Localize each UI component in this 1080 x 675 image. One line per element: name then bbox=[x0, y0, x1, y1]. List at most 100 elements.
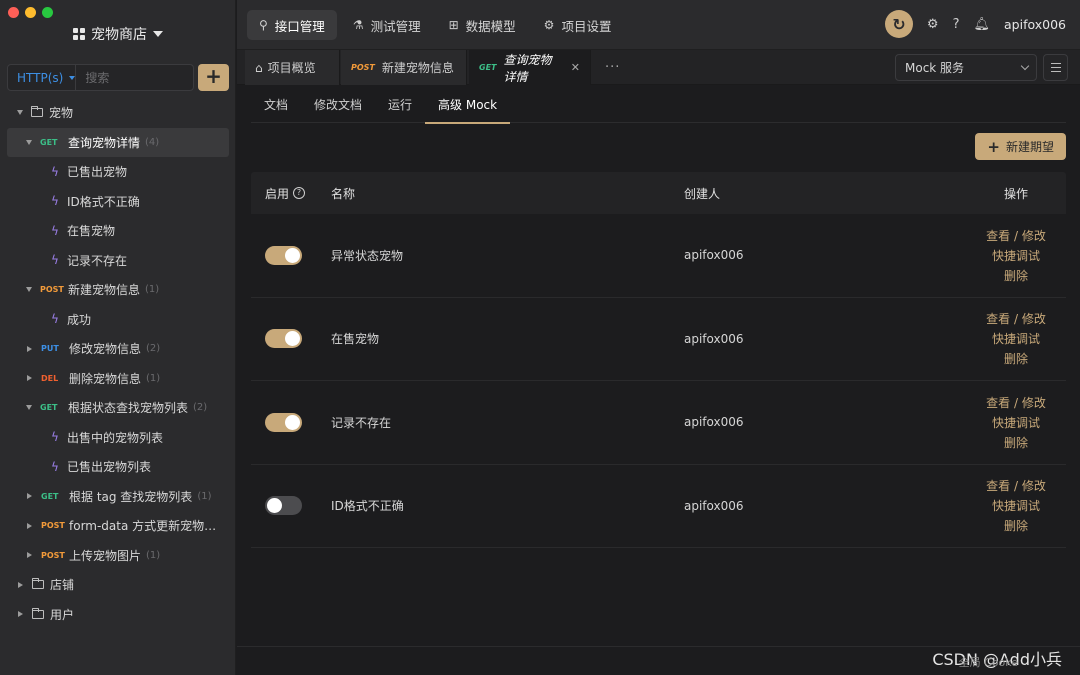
view-link[interactable]: 查看 bbox=[986, 312, 1010, 326]
delete-link[interactable]: 删除 bbox=[1004, 267, 1028, 284]
chevron-right-icon bbox=[27, 493, 32, 500]
chevron-right-icon bbox=[27, 552, 32, 559]
user-name[interactable]: apifox006 bbox=[1004, 17, 1066, 32]
table-row: ID格式不正确 apifox006 查看 / 修改 快捷调试 删除 bbox=[251, 465, 1066, 548]
list-menu-button[interactable] bbox=[1043, 54, 1068, 81]
folder-pets[interactable]: 宠物 bbox=[7, 98, 229, 128]
subtab-run[interactable]: 运行 bbox=[375, 86, 425, 123]
enable-toggle[interactable] bbox=[265, 245, 302, 265]
view-link[interactable]: 查看 bbox=[986, 479, 1010, 493]
tree-item-get-by-tag[interactable]: GET 根据 tag 查找宠物列表 (1) bbox=[7, 482, 229, 512]
watermark: 全局 Cooke CSDN @Add小兵 bbox=[932, 646, 1062, 670]
row-creator: apifox006 bbox=[684, 331, 744, 346]
delete-link[interactable]: 删除 bbox=[1004, 350, 1028, 367]
edit-link[interactable]: 修改 bbox=[1022, 229, 1046, 243]
grid-icon bbox=[73, 28, 85, 40]
lightning-icon: ϟ bbox=[51, 459, 59, 474]
tab-new-pet[interactable]: POST 新建宠物信息 bbox=[341, 50, 467, 85]
tree-item-put-pet[interactable]: PUT 修改宠物信息 (2) bbox=[7, 334, 229, 364]
nav-test-management[interactable]: ⚗ 测试管理 bbox=[341, 10, 433, 40]
chevron-down-icon bbox=[1020, 61, 1030, 71]
folder-icon bbox=[31, 578, 44, 590]
view-link[interactable]: 查看 bbox=[986, 396, 1010, 410]
tree-item-case[interactable]: ϟ 已售出宠物 bbox=[7, 157, 229, 187]
subtab-edit-docs[interactable]: 修改文档 bbox=[301, 86, 375, 123]
tree-item-get-pet-detail[interactable]: GET 查询宠物详情 (4) bbox=[7, 127, 229, 157]
chevron-right-icon bbox=[27, 345, 32, 352]
maximize-window-button[interactable] bbox=[42, 7, 53, 18]
method-badge: POST bbox=[41, 521, 65, 531]
lightning-icon: ϟ bbox=[51, 223, 59, 238]
chevron-down-icon bbox=[26, 287, 32, 293]
folder-store[interactable]: 店铺 bbox=[7, 570, 229, 600]
close-icon[interactable]: ✕ bbox=[571, 61, 580, 74]
main-nav: ⚲ 接口管理 ⚗ 测试管理 ⊞ 数据模型 ⚙ 项目设置 bbox=[247, 10, 623, 40]
gear-icon: ⚙ bbox=[543, 18, 555, 32]
sub-tabs: 文档 修改文档 运行 高级 Mock bbox=[251, 86, 1066, 124]
enable-toggle[interactable] bbox=[265, 412, 302, 432]
model-icon: ⊞ bbox=[448, 18, 459, 32]
add-button[interactable]: + bbox=[198, 64, 229, 91]
view-link[interactable]: 查看 bbox=[986, 229, 1010, 243]
tree-item-case[interactable]: ϟ 成功 bbox=[7, 305, 229, 335]
nav-api-management[interactable]: ⚲ 接口管理 bbox=[247, 10, 337, 40]
edit-link[interactable]: 修改 bbox=[1022, 396, 1046, 410]
tab-project-overview[interactable]: ⌂ 项目概览 bbox=[245, 50, 340, 85]
sidebar: 宠物商店 HTTP(s) + 宠物 GET 查询宠物详情 (4) ϟ 已售出宠物 bbox=[0, 0, 236, 675]
sync-button[interactable]: ↻ bbox=[884, 10, 913, 38]
mock-service-select[interactable]: Mock 服务 bbox=[895, 54, 1037, 81]
header-ops: 操作 bbox=[1003, 186, 1028, 201]
tree-item-post-upload[interactable]: POST 上传宠物图片 (1) bbox=[7, 541, 229, 571]
tree-item-get-by-status[interactable]: GET 根据状态查找宠物列表 (2) bbox=[7, 393, 229, 423]
tree-item-case[interactable]: ϟ ID格式不正确 bbox=[7, 187, 229, 217]
row-creator: apifox006 bbox=[684, 498, 744, 513]
subtab-docs[interactable]: 文档 bbox=[251, 86, 301, 123]
tree-item-case[interactable]: ϟ 出售中的宠物列表 bbox=[7, 423, 229, 453]
nav-data-model[interactable]: ⊞ 数据模型 bbox=[437, 10, 528, 40]
tree-item-post-new-pet[interactable]: POST 新建宠物信息 (1) bbox=[7, 275, 229, 305]
folder-user[interactable]: 用户 bbox=[7, 600, 229, 630]
protocol-select[interactable]: HTTP(s) bbox=[8, 65, 77, 90]
tree-item-del-pet[interactable]: DEL 删除宠物信息 (1) bbox=[7, 364, 229, 394]
help-icon[interactable]: ? bbox=[953, 17, 960, 32]
tree-item-case[interactable]: ϟ 在售宠物 bbox=[7, 216, 229, 246]
chevron-right-icon bbox=[18, 581, 23, 588]
edit-link[interactable]: 修改 bbox=[1022, 479, 1046, 493]
quick-debug-link[interactable]: 快捷调试 bbox=[992, 247, 1040, 264]
main-content: 文档 修改文档 运行 高级 Mock + 新建期望 启用 ? 名称 创建人 操作… bbox=[237, 86, 1080, 675]
nav-project-settings[interactable]: ⚙ 项目设置 bbox=[532, 10, 624, 40]
tree-item-post-form-data[interactable]: POST form-data 方式更新宠物信息 bbox=[7, 511, 229, 541]
close-window-button[interactable] bbox=[8, 7, 19, 18]
header-creator: 创建人 bbox=[684, 186, 721, 201]
edit-link[interactable]: 修改 bbox=[1022, 312, 1046, 326]
tree-item-case[interactable]: ϟ 已售出宠物列表 bbox=[7, 452, 229, 482]
row-name: 异常状态宠物 bbox=[331, 248, 404, 263]
chevron-down-icon bbox=[17, 110, 23, 116]
project-switcher[interactable]: 宠物商店 bbox=[0, 24, 236, 44]
delete-link[interactable]: 删除 bbox=[1004, 434, 1028, 451]
new-expectation-button[interactable]: + 新建期望 bbox=[975, 133, 1066, 160]
quick-debug-link[interactable]: 快捷调试 bbox=[992, 497, 1040, 514]
quick-debug-link[interactable]: 快捷调试 bbox=[992, 330, 1040, 347]
settings-icon[interactable]: ⚙ bbox=[927, 17, 939, 32]
tree-item-case[interactable]: ϟ 记录不存在 bbox=[7, 246, 229, 276]
row-name: 记录不存在 bbox=[331, 415, 392, 430]
minimize-window-button[interactable] bbox=[25, 7, 36, 18]
quick-debug-link[interactable]: 快捷调试 bbox=[992, 414, 1040, 431]
tab-bar: ⌂ 项目概览 POST 新建宠物信息 GET 查询宠物详情 ✕ ··· Mock… bbox=[237, 50, 1080, 85]
more-tabs-button[interactable]: ··· bbox=[605, 60, 620, 75]
subtab-advanced-mock[interactable]: 高级 Mock bbox=[425, 86, 511, 124]
expectation-table: 启用 ? 名称 创建人 操作 异常状态宠物 apifox006 查看 / 修改 … bbox=[251, 172, 1066, 548]
enable-toggle[interactable] bbox=[265, 496, 302, 516]
bank-icon: ⌂ bbox=[255, 60, 263, 75]
help-icon[interactable]: ? bbox=[293, 187, 306, 199]
folder-icon bbox=[30, 106, 43, 118]
enable-toggle[interactable] bbox=[265, 329, 302, 349]
tab-pet-detail[interactable]: GET 查询宠物详情 ✕ bbox=[469, 50, 591, 85]
top-right-actions: ↻ ⚙ ? 🔔︎ apifox006 bbox=[884, 10, 1066, 38]
delete-link[interactable]: 删除 bbox=[1004, 517, 1028, 534]
bell-icon[interactable]: 🔔︎ bbox=[973, 17, 990, 32]
method-badge: POST bbox=[41, 550, 65, 560]
method-badge: DEL bbox=[41, 373, 59, 383]
flask-icon: ⚗ bbox=[352, 18, 364, 32]
